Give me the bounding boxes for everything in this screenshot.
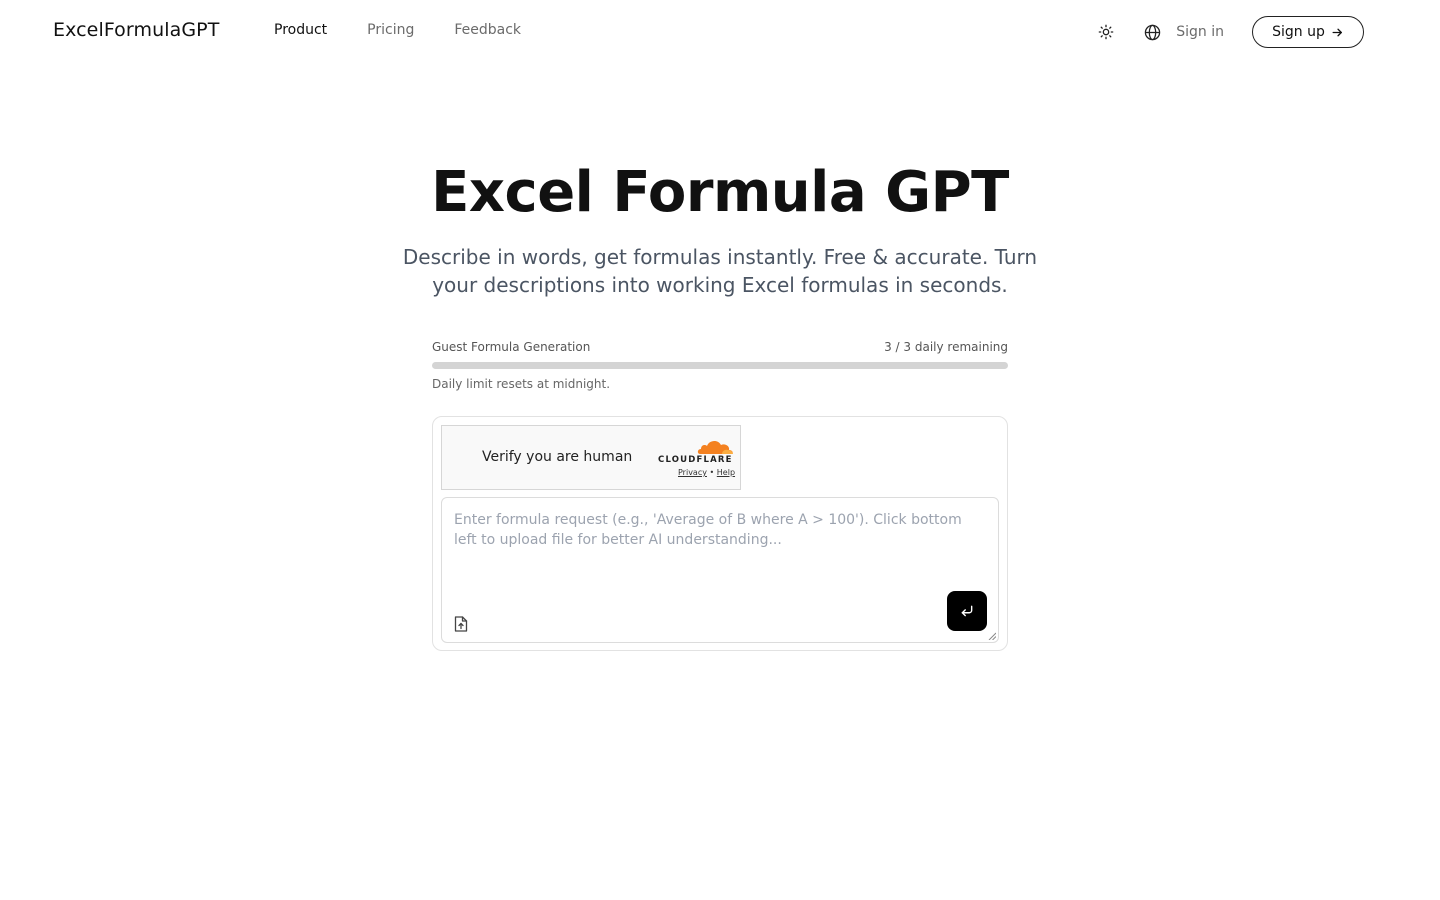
- file-upload-icon[interactable]: [454, 616, 468, 632]
- nav-feedback[interactable]: Feedback: [454, 22, 521, 38]
- usage-panel: Guest Formula Generation 3 / 3 daily rem…: [432, 340, 1008, 391]
- resize-handle-icon[interactable]: [988, 632, 996, 640]
- nav-product[interactable]: Product: [274, 22, 327, 38]
- cloudflare-logo-icon: [697, 440, 733, 454]
- cloudflare-wordmark: CLOUDFLARE: [658, 455, 733, 465]
- usage-reset-note: Daily limit resets at midnight.: [432, 377, 611, 391]
- captcha-label: Verify you are human: [482, 449, 633, 465]
- main-nav: Product Pricing Feedback: [274, 22, 521, 38]
- usage-progress-bar: [432, 362, 1008, 369]
- enter-icon: [961, 605, 973, 617]
- page-subtitle: Describe in words, get formulas instantl…: [402, 245, 1038, 297]
- captcha-link-separator: •: [709, 468, 715, 477]
- usage-label: Guest Formula Generation: [432, 340, 591, 354]
- top-navbar: ExcelFormulaGPT Product Pricing Feedback…: [0, 0, 1440, 64]
- formula-request-input[interactable]: Enter formula request (e.g., 'Average of…: [441, 497, 999, 643]
- usage-remaining: 3 / 3 daily remaining: [884, 340, 1008, 354]
- formula-input-placeholder: Enter formula request (e.g., 'Average of…: [454, 512, 962, 548]
- header-actions: Sign in Sign up: [1096, 16, 1364, 48]
- sun-icon[interactable]: [1096, 22, 1116, 42]
- captcha-help-link[interactable]: Help: [717, 468, 735, 477]
- captcha-privacy-link[interactable]: Privacy: [678, 468, 707, 477]
- send-button[interactable]: [947, 591, 987, 631]
- sign-up-button[interactable]: Sign up: [1252, 16, 1364, 48]
- arrow-right-icon: [1332, 28, 1342, 36]
- cloudflare-captcha[interactable]: Verify you are human CLOUDFLARE Privacy …: [441, 425, 741, 490]
- formula-card: Verify you are human CLOUDFLARE Privacy …: [432, 416, 1008, 651]
- globe-icon[interactable]: [1142, 22, 1162, 42]
- usage-header: Guest Formula Generation 3 / 3 daily rem…: [432, 340, 1008, 354]
- sign-up-label: Sign up: [1272, 24, 1325, 40]
- page-title: Excel Formula GPT: [431, 160, 1009, 225]
- nav-pricing[interactable]: Pricing: [367, 22, 414, 38]
- captcha-links: Privacy • Help: [678, 468, 735, 477]
- site-logo[interactable]: ExcelFormulaGPT: [53, 19, 219, 41]
- sign-in-link[interactable]: Sign in: [1176, 24, 1224, 40]
